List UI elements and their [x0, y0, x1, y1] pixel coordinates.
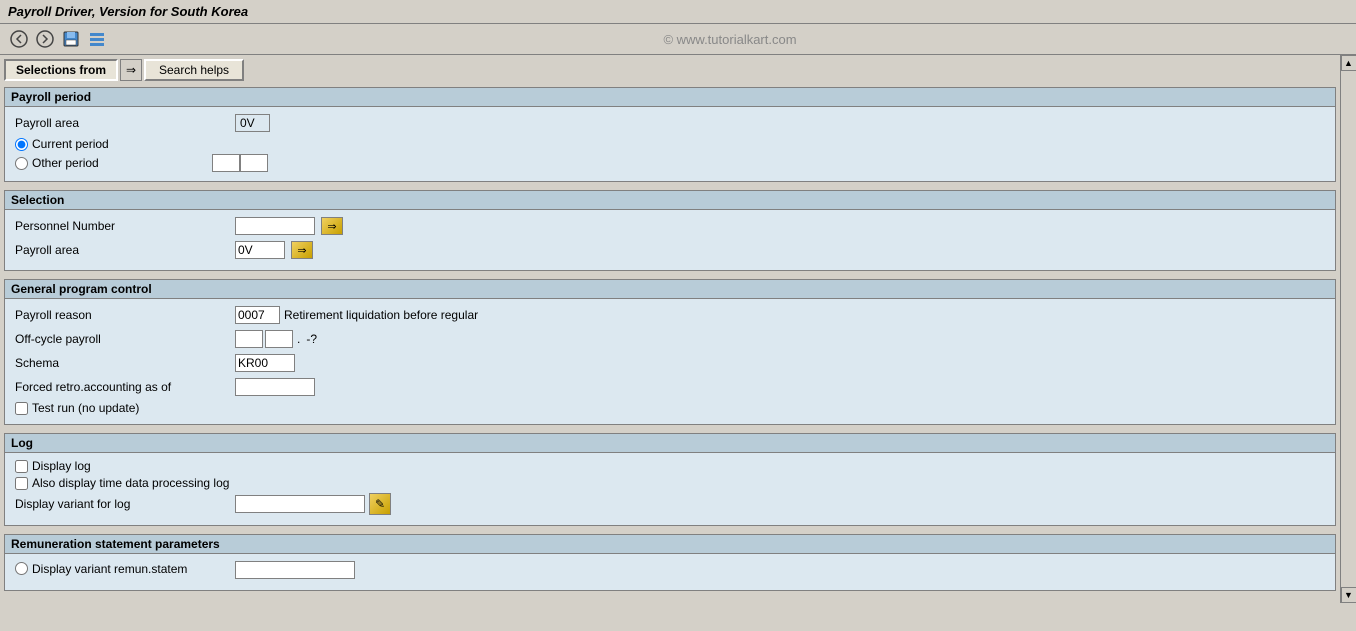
schema-input[interactable]: [235, 354, 295, 372]
other-period-radio[interactable]: [15, 157, 28, 170]
payroll-reason-row: Payroll reason Retirement liquidation be…: [15, 305, 1325, 325]
remuneration-header: Remuneration statement parameters: [5, 535, 1335, 554]
off-cycle-input2[interactable]: [265, 330, 293, 348]
selection-payroll-area-row: Payroll area ⇒: [15, 240, 1325, 260]
scrollbar[interactable]: ▲ ▼: [1340, 55, 1356, 603]
other-period-input1[interactable]: [212, 154, 240, 172]
also-display-label: Also display time data processing log: [32, 476, 229, 490]
display-variant-label: Display variant for log: [15, 497, 235, 511]
save-icon[interactable]: [60, 28, 82, 50]
selection-body: Personnel Number ⇒ Payroll area ⇒: [5, 210, 1335, 270]
other-period-row: Other period: [15, 154, 1325, 172]
also-display-row: Also display time data processing log: [15, 476, 1325, 490]
log-body: Display log Also display time data proce…: [5, 453, 1335, 525]
current-period-label: Current period: [32, 137, 109, 151]
back-icon[interactable]: [8, 28, 30, 50]
general-program-control-body: Payroll reason Retirement liquidation be…: [5, 299, 1335, 424]
also-display-checkbox[interactable]: [15, 477, 28, 490]
arrow-button[interactable]: ⇒: [120, 59, 142, 81]
payroll-area-label: Payroll area: [15, 116, 235, 130]
schema-row: Schema: [15, 353, 1325, 373]
scroll-down-button[interactable]: ▼: [1341, 587, 1356, 603]
test-run-label: Test run (no update): [32, 401, 139, 415]
personnel-number-label: Personnel Number: [15, 219, 235, 233]
display-variant-remun-input[interactable]: [235, 561, 355, 579]
schema-label: Schema: [15, 356, 235, 370]
personnel-arrow-button[interactable]: ⇒: [321, 217, 343, 235]
payroll-area-row: Payroll area 0V: [15, 113, 1325, 133]
display-variant-remun-radio[interactable]: [15, 562, 28, 575]
top-buttons: Selections from ⇒ Search helps: [4, 59, 1336, 81]
off-cycle-label: Off-cycle payroll: [15, 332, 235, 346]
test-run-checkbox[interactable]: [15, 402, 28, 415]
display-log-row: Display log: [15, 459, 1325, 473]
personnel-number-row: Personnel Number ⇒: [15, 216, 1325, 236]
selection-payroll-area-input[interactable]: [235, 241, 285, 259]
forced-retro-label: Forced retro.accounting as of: [15, 380, 235, 394]
pencil-button[interactable]: ✎: [369, 493, 391, 515]
general-program-control-header: General program control: [5, 280, 1335, 299]
general-program-control-section: General program control Payroll reason R…: [4, 279, 1336, 425]
forced-retro-input[interactable]: [235, 378, 315, 396]
display-variant-remun-label: Display variant remun.statem: [32, 562, 187, 576]
current-period-row: Current period: [15, 137, 1325, 151]
title-bar: Payroll Driver, Version for South Korea: [0, 0, 1356, 24]
selection-payroll-area-label: Payroll area: [15, 243, 235, 257]
search-helps-button[interactable]: Search helps: [144, 59, 244, 81]
off-cycle-dot: .: [295, 332, 302, 346]
selection-header: Selection: [5, 191, 1335, 210]
off-cycle-val2: -?: [304, 332, 319, 346]
current-period-radio[interactable]: [15, 138, 28, 151]
display-log-label: Display log: [32, 459, 91, 473]
log-header: Log: [5, 434, 1335, 453]
remuneration-section: Remuneration statement parameters Displa…: [4, 534, 1336, 591]
display-variant-remun-radio-row: Display variant remun.statem: [15, 562, 235, 576]
payroll-area-value: 0V: [235, 114, 270, 132]
remuneration-body: Display variant remun.statem: [5, 554, 1335, 590]
other-period-input2[interactable]: [240, 154, 268, 172]
forced-retro-row: Forced retro.accounting as of: [15, 377, 1325, 397]
layout-icon[interactable]: [86, 28, 108, 50]
watermark: © www.tutorialkart.com: [112, 32, 1348, 47]
payroll-reason-label: Payroll reason: [15, 308, 235, 322]
pencil-icon: ✎: [375, 497, 385, 511]
test-run-row: Test run (no update): [15, 401, 1325, 415]
title-text: Payroll Driver, Version for South Korea: [8, 4, 248, 19]
scroll-up-button[interactable]: ▲: [1341, 55, 1356, 71]
payroll-period-header: Payroll period: [5, 88, 1335, 107]
display-variant-row: Display variant for log ✎: [15, 493, 1325, 515]
log-section: Log Display log Also display time data p…: [4, 433, 1336, 526]
log-variant-row: ✎: [235, 493, 391, 515]
payroll-period-section: Payroll period Payroll area 0V Current p…: [4, 87, 1336, 182]
main-container: ▲ ▼ Selections from ⇒ Search helps Payro…: [0, 55, 1356, 603]
display-variant-remun-row: Display variant remun.statem: [15, 560, 1325, 580]
payroll-reason-text: Retirement liquidation before regular: [284, 308, 478, 322]
toolbar: © www.tutorialkart.com: [0, 24, 1356, 55]
payroll-reason-box: Retirement liquidation before regular: [235, 306, 478, 324]
selections-from-button[interactable]: Selections from: [4, 59, 118, 81]
forward-icon[interactable]: [34, 28, 56, 50]
selection-section: Selection Personnel Number ⇒ Payroll are…: [4, 190, 1336, 271]
display-variant-input[interactable]: [235, 495, 365, 513]
off-cycle-inputs: . -?: [235, 330, 319, 348]
payroll-reason-code-input[interactable]: [235, 306, 280, 324]
display-log-checkbox[interactable]: [15, 460, 28, 473]
off-cycle-row: Off-cycle payroll . -?: [15, 329, 1325, 349]
payroll-period-body: Payroll area 0V Current period Other per…: [5, 107, 1335, 181]
off-cycle-input1[interactable]: [235, 330, 263, 348]
other-period-label: Other period: [32, 156, 212, 170]
personnel-number-input[interactable]: [235, 217, 315, 235]
payroll-area-arrow-button[interactable]: ⇒: [291, 241, 313, 259]
